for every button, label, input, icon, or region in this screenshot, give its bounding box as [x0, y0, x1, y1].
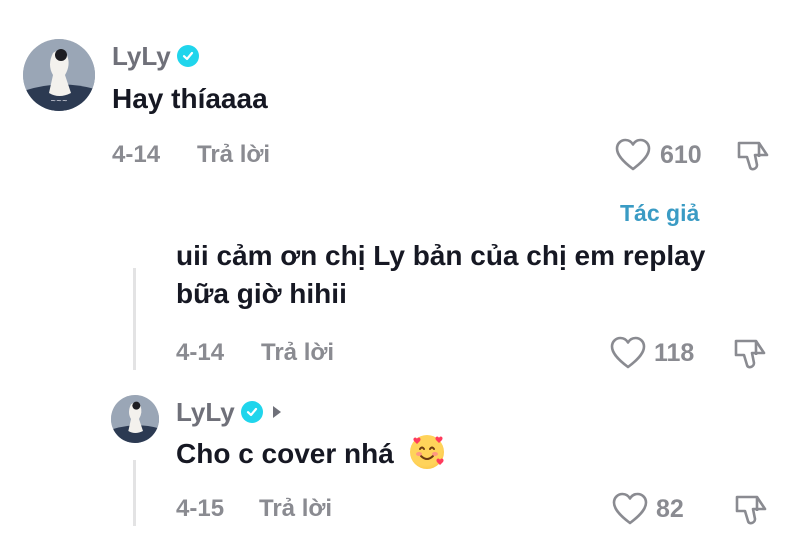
reply-to-arrow-icon	[272, 406, 281, 418]
like-count: 610	[660, 141, 702, 169]
comment-text-label: Cho c cover nhá	[176, 438, 394, 469]
reply-button[interactable]: Trả lời	[259, 497, 332, 521]
thread-line	[133, 460, 136, 526]
dislike-icon[interactable]	[732, 335, 768, 371]
verified-icon	[240, 401, 263, 423]
like-count: 118	[654, 339, 695, 367]
like-icon[interactable]	[610, 336, 646, 370]
username-label[interactable]: LyLy	[112, 43, 171, 69]
reply-button[interactable]: Trả lời	[197, 143, 270, 167]
svg-text:~~~: ~~~	[50, 97, 68, 105]
verified-icon	[176, 45, 199, 67]
comment-date: 4-14	[112, 141, 161, 168]
avatar[interactable]	[111, 395, 159, 443]
comment-username[interactable]: LyLy	[176, 399, 281, 425]
avatar[interactable]: ~~~	[23, 39, 95, 111]
comment-text: Hay thíaaaa	[112, 83, 268, 114]
like-icon[interactable]	[612, 492, 648, 526]
comment-date: 4-14	[176, 339, 225, 366]
comment-text: uii cảm ơn chị Ly bản của chị em replay …	[176, 240, 706, 309]
smiling-face-with-hearts-icon	[409, 435, 444, 469]
username-label[interactable]: LyLy	[176, 399, 235, 425]
like-count: 82	[656, 495, 684, 523]
comment-username[interactable]: LyLy	[112, 43, 199, 69]
reply-button[interactable]: Trả lời	[261, 341, 334, 365]
dislike-icon[interactable]	[733, 491, 769, 527]
comment-date: 4-15	[176, 495, 225, 522]
dislike-icon[interactable]	[735, 137, 771, 173]
author-tag: Tác giả	[620, 200, 700, 226]
comment-text: Cho c cover nhá	[176, 435, 444, 473]
like-icon[interactable]	[615, 138, 651, 172]
thread-line	[133, 268, 136, 370]
